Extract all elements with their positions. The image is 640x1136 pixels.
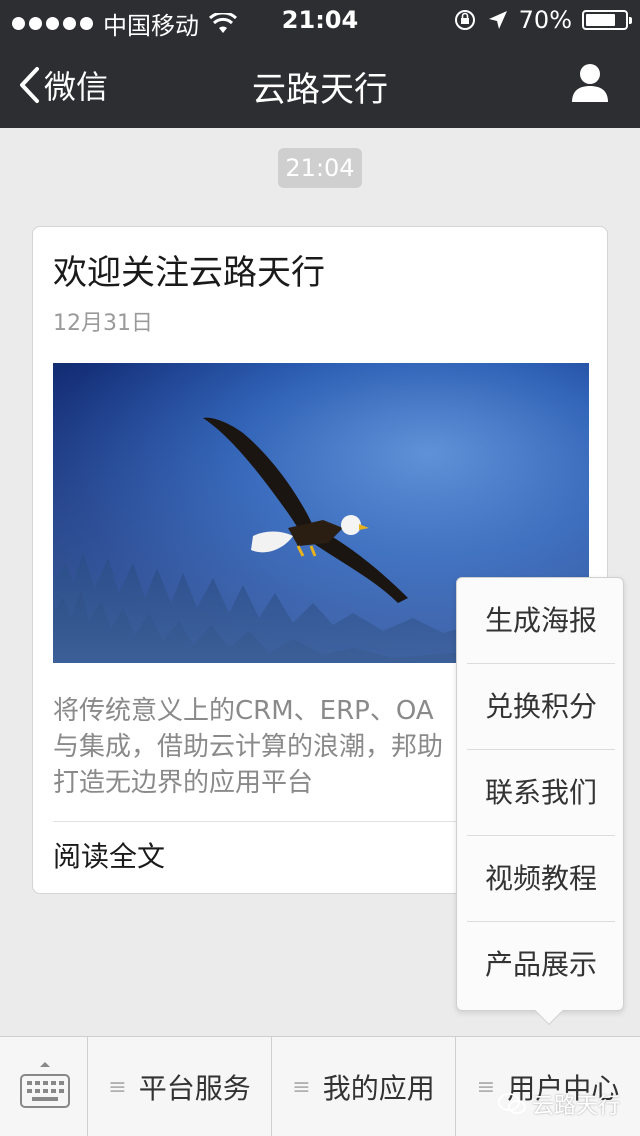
read-more-link[interactable]: 阅读全文 bbox=[53, 835, 165, 875]
status-bar: 中国移动 21:04 70% bbox=[0, 0, 640, 40]
keyboard-icon bbox=[20, 1062, 70, 1108]
menu-item-video-tutorials[interactable]: 视频教程 bbox=[467, 836, 615, 922]
menu-item-contact-us[interactable]: 联系我们 bbox=[467, 750, 615, 836]
menu-user-center[interactable]: ≡ 用户中心 bbox=[456, 1037, 640, 1136]
battery-icon bbox=[582, 10, 632, 30]
menu-list-icon: ≡ bbox=[292, 1074, 311, 1100]
menu-list-icon: ≡ bbox=[108, 1074, 127, 1100]
top-bar: 中国移动 21:04 70% 微信 云路天行 bbox=[0, 0, 640, 128]
watermark: 云路天行 bbox=[498, 1088, 620, 1120]
watermark-text: 云路天行 bbox=[531, 1094, 620, 1119]
menu-item-generate-poster[interactable]: 生成海报 bbox=[467, 578, 615, 664]
page-title: 云路天行 bbox=[252, 70, 388, 110]
user-profile-button[interactable] bbox=[568, 60, 612, 104]
status-right: 70% bbox=[453, 6, 632, 34]
article-title: 欢迎关注云路天行 bbox=[53, 253, 325, 293]
bottom-menu-bar: ≡ 平台服务 ≡ 我的应用 ≡ 用户中心 bbox=[0, 1036, 640, 1136]
menu-item-redeem-points[interactable]: 兑换积分 bbox=[467, 664, 615, 750]
menu-label: 平台服务 bbox=[138, 1072, 251, 1105]
menu-item-product-showcase[interactable]: 产品展示 bbox=[467, 922, 615, 1008]
location-icon bbox=[488, 11, 507, 29]
wechat-logo-icon bbox=[498, 1093, 526, 1114]
menu-label: 我的应用 bbox=[322, 1072, 435, 1105]
menu-list-icon: ≡ bbox=[476, 1074, 496, 1100]
rotation-lock-icon bbox=[454, 10, 475, 30]
message-timestamp: 21:04 bbox=[278, 148, 362, 188]
user-center-submenu: 生成海报 兑换积分 联系我们 视频教程 产品展示 bbox=[456, 577, 624, 1026]
nav-bar: 微信 云路天行 bbox=[0, 40, 640, 128]
menu-platform-services[interactable]: ≡ 平台服务 bbox=[88, 1037, 272, 1136]
battery-percent: 70% bbox=[518, 6, 572, 34]
keyboard-toggle-button[interactable] bbox=[0, 1037, 88, 1136]
menu-my-apps[interactable]: ≡ 我的应用 bbox=[272, 1037, 456, 1136]
article-date: 12月31日 bbox=[53, 311, 153, 336]
user-icon bbox=[572, 64, 608, 102]
